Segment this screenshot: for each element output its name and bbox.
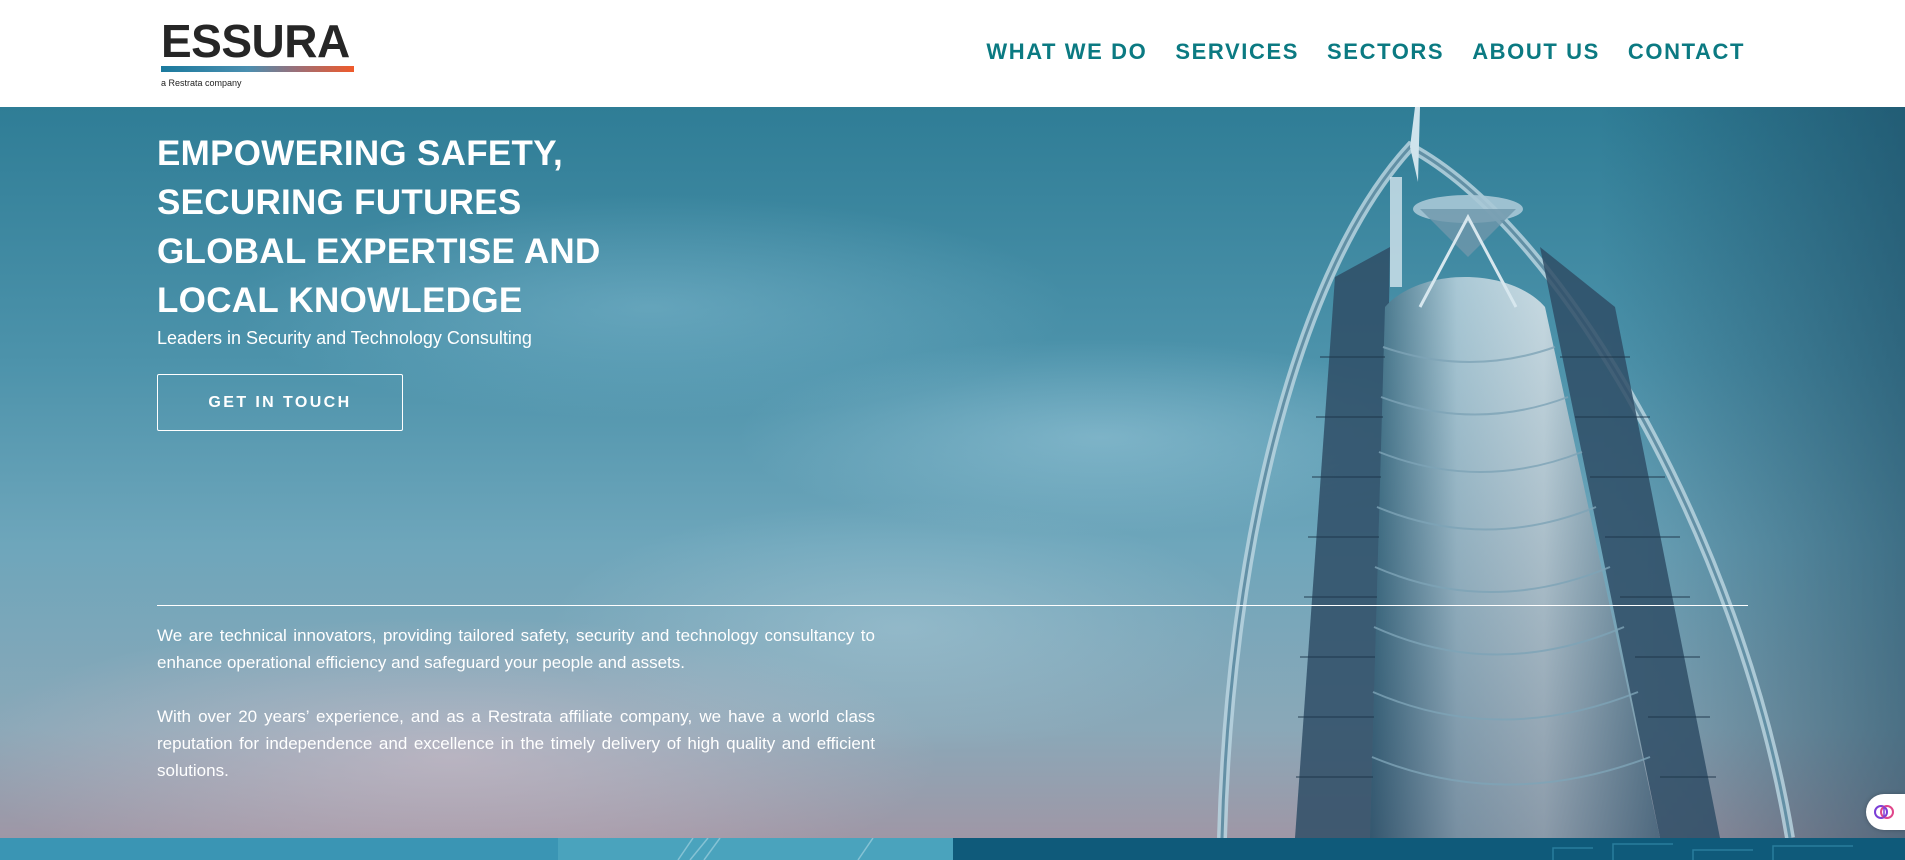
main-nav: WHAT WE DO SERVICES SECTORS ABOUT US CON…: [986, 39, 1745, 65]
intro-paragraph: We are technical innovators, providing t…: [157, 626, 875, 672]
experience-paragraph: With over 20 years’ experience, and as a…: [157, 707, 875, 780]
headline-line: SECURING FUTURES: [157, 183, 522, 222]
logo-subtitle: a Restrata company: [161, 78, 242, 88]
hero-tagline: Leaders in Security and Technology Consu…: [157, 328, 532, 348]
brain-icon: [1874, 805, 1894, 819]
hero-headline: EMPOWERING SAFETY, SECURING FUTURES GLOB…: [157, 129, 677, 325]
site-logo[interactable]: ESSURA a Restrata company: [161, 18, 356, 88]
get-in-touch-button[interactable]: GET IN TOUCH: [157, 374, 403, 431]
nav-what-we-do[interactable]: WHAT WE DO: [986, 39, 1147, 65]
nav-services[interactable]: SERVICES: [1175, 39, 1299, 65]
preview-panel: [558, 838, 953, 860]
site-header: ESSURA a Restrata company WHAT WE DO SER…: [0, 0, 1905, 107]
nav-about-us[interactable]: ABOUT US: [1472, 39, 1600, 65]
headline-line: GLOBAL EXPERTISE AND: [157, 232, 601, 271]
logo-wordmark: ESSURA: [161, 15, 350, 67]
headline-line: LOCAL KNOWLEDGE: [157, 281, 523, 320]
preview-panel: [0, 838, 558, 860]
next-section-preview: [0, 838, 1905, 860]
hero-section: EMPOWERING SAFETY, SECURING FUTURES GLOB…: [0, 107, 1905, 838]
nav-contact[interactable]: CONTACT: [1628, 39, 1745, 65]
preview-panel: [953, 838, 1905, 860]
nav-sectors[interactable]: SECTORS: [1327, 39, 1444, 65]
floating-widget-button[interactable]: [1866, 794, 1905, 830]
headline-line: EMPOWERING SAFETY,: [157, 134, 563, 173]
hero-divider: [157, 605, 1748, 606]
